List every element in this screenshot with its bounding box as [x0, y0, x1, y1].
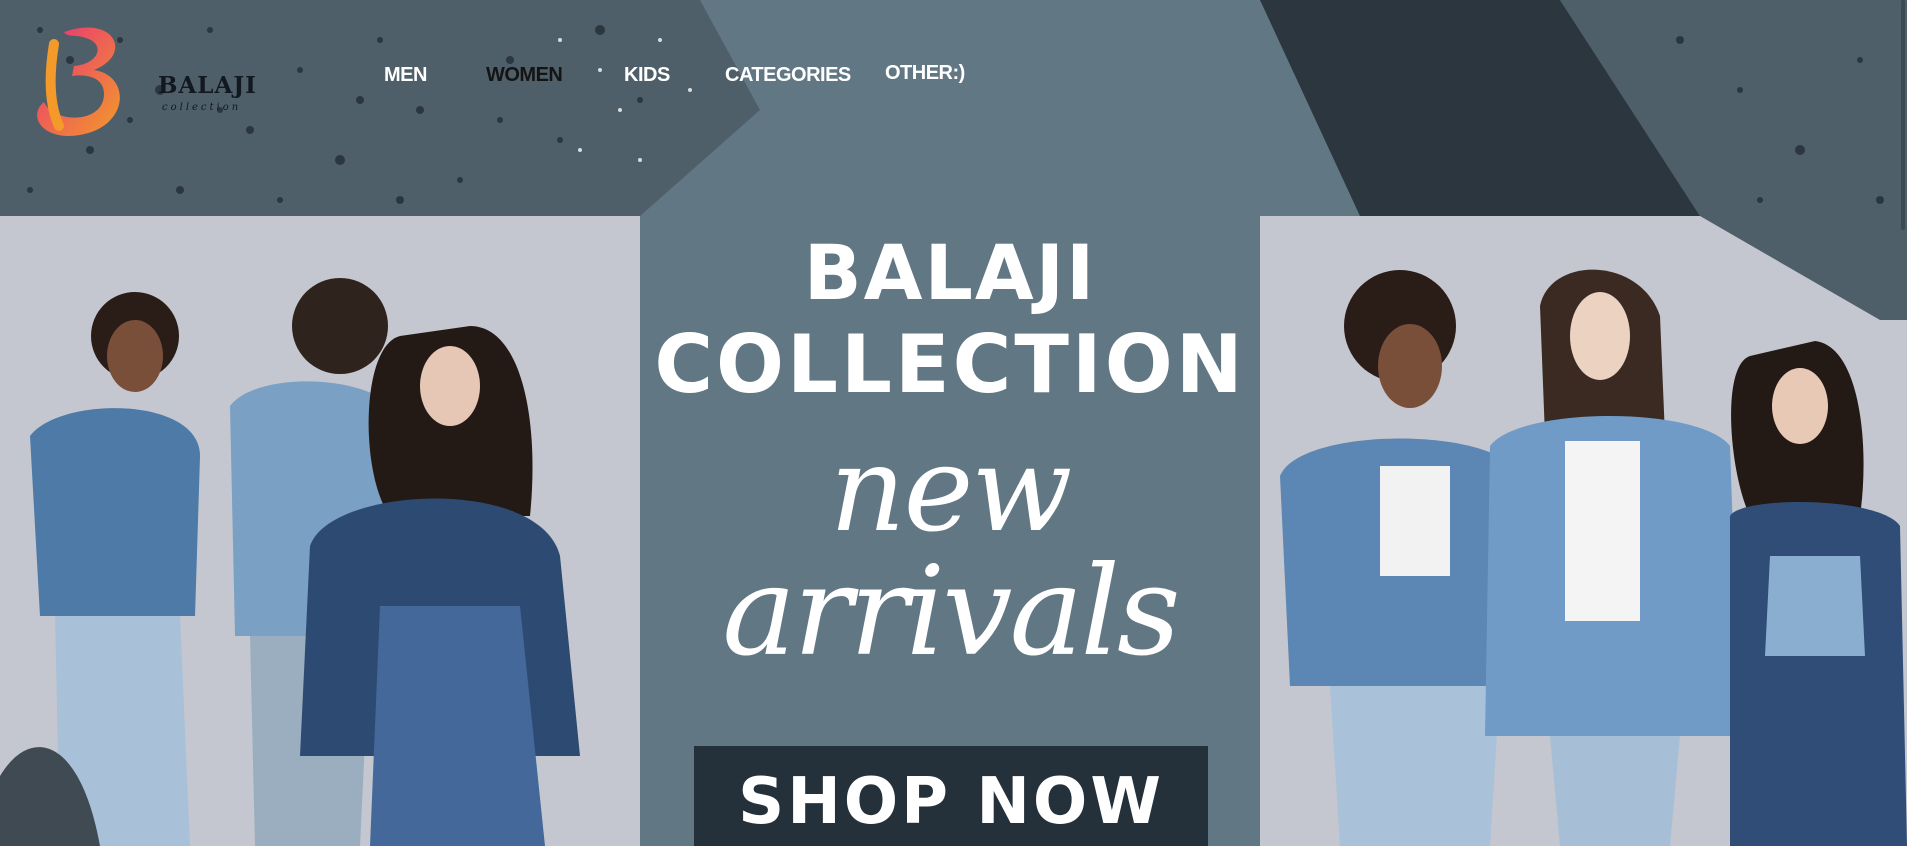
- nav-men[interactable]: MEN: [384, 64, 427, 87]
- page-scrollbar[interactable]: [1899, 0, 1907, 846]
- brand-logo[interactable]: BALAJI collection: [24, 14, 256, 144]
- brand-tagline: collection: [162, 102, 242, 113]
- models-illustration-left: [0, 216, 640, 846]
- scrollbar-thumb[interactable]: [1901, 0, 1905, 230]
- landing-page: BALAJI collection MEN WOMEN KIDS CATEGOR…: [0, 0, 1907, 846]
- nav-women[interactable]: WOMEN: [486, 64, 563, 87]
- hero-image-left: [0, 216, 640, 846]
- logo-b-mark-icon: [37, 27, 120, 136]
- nav-other[interactable]: OTHER:): [885, 62, 965, 85]
- shop-now-button[interactable]: SHOP NOW: [694, 746, 1208, 846]
- brand-name: BALAJI: [158, 72, 257, 99]
- models-illustration-right: [1260, 216, 1907, 846]
- nav-categories[interactable]: CATEGORIES: [725, 64, 851, 87]
- hero-title-brand: BALAJI: [803, 228, 1097, 317]
- nav-kids[interactable]: KIDS: [624, 64, 670, 87]
- hero-script-new: new: [829, 420, 1073, 558]
- hero-title-collection: COLLECTION: [654, 318, 1246, 411]
- site-header: BALAJI collection MEN WOMEN KIDS CATEGOR…: [0, 0, 1907, 160]
- hero-image-right: [1260, 216, 1907, 846]
- hero-script-arrivals: arrivals: [722, 540, 1180, 684]
